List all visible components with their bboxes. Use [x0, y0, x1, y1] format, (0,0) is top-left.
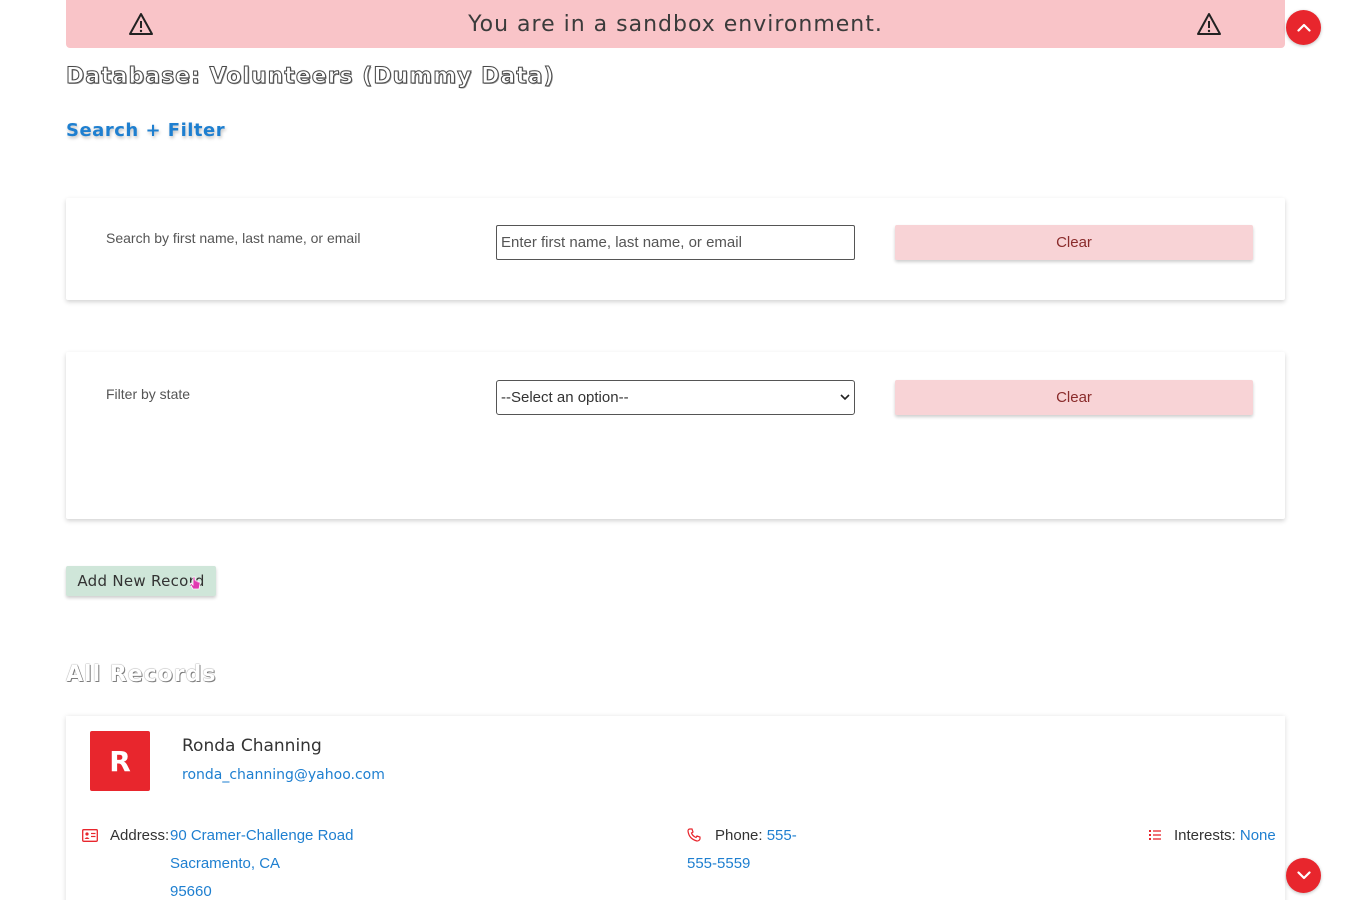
filter-clear-button[interactable]: Clear	[895, 380, 1253, 415]
search-filter-link[interactable]: Search + Filter	[66, 120, 225, 141]
scroll-to-top-button[interactable]	[1286, 10, 1321, 45]
list-icon	[1149, 830, 1161, 840]
add-new-record-label: Add New Record	[77, 572, 205, 590]
id-card-icon	[82, 829, 98, 842]
chevron-down-icon	[840, 394, 850, 401]
address-line-3[interactable]: 95660	[170, 878, 353, 900]
filter-card: Filter by state --Select an option-- Cle…	[66, 352, 1285, 519]
warning-icon	[129, 13, 153, 35]
state-select-value: --Select an option--	[501, 389, 629, 406]
address-line-1[interactable]: 90 Cramer-Challenge Road	[170, 822, 353, 850]
search-card: Search by first name, last name, or emai…	[66, 198, 1285, 300]
phone-label: Phone:	[715, 827, 763, 844]
interests-value[interactable]: None	[1240, 827, 1276, 844]
address-label: Address:	[110, 827, 170, 844]
record-email-link[interactable]: ronda_channing@yahoo.com	[182, 767, 385, 783]
sandbox-banner: You are in a sandbox environment.	[66, 0, 1285, 48]
state-select[interactable]: --Select an option--	[496, 380, 855, 415]
avatar: R	[90, 731, 150, 791]
record-name: Ronda Channing	[182, 736, 322, 756]
banner-text: You are in a sandbox environment.	[468, 11, 883, 37]
address-line-2[interactable]: Sacramento, CA	[170, 850, 353, 878]
scroll-to-bottom-button[interactable]	[1286, 858, 1321, 893]
warning-icon	[1197, 13, 1221, 35]
search-clear-button[interactable]: Clear	[895, 225, 1253, 260]
record-card: R Ronda Channing ronda_channing@yahoo.co…	[66, 716, 1285, 900]
phone-value-part1[interactable]: 555-	[767, 827, 797, 844]
filter-label: Filter by state	[106, 386, 191, 402]
chevron-down-icon	[1296, 871, 1311, 880]
phone-value-part2[interactable]: 555-5559	[687, 855, 750, 872]
add-new-record-button[interactable]: Add New Record	[66, 566, 216, 596]
search-label: Search by first name, last name, or emai…	[106, 230, 361, 246]
hand-cursor-icon	[189, 576, 201, 590]
page-title: Database: Volunteers (Dummy Data)	[66, 64, 555, 90]
search-input[interactable]	[496, 225, 855, 260]
records-title: All Records	[66, 662, 217, 687]
chevron-up-icon	[1296, 23, 1311, 32]
interests-label: Interests:	[1174, 827, 1236, 844]
phone-icon	[687, 828, 701, 842]
